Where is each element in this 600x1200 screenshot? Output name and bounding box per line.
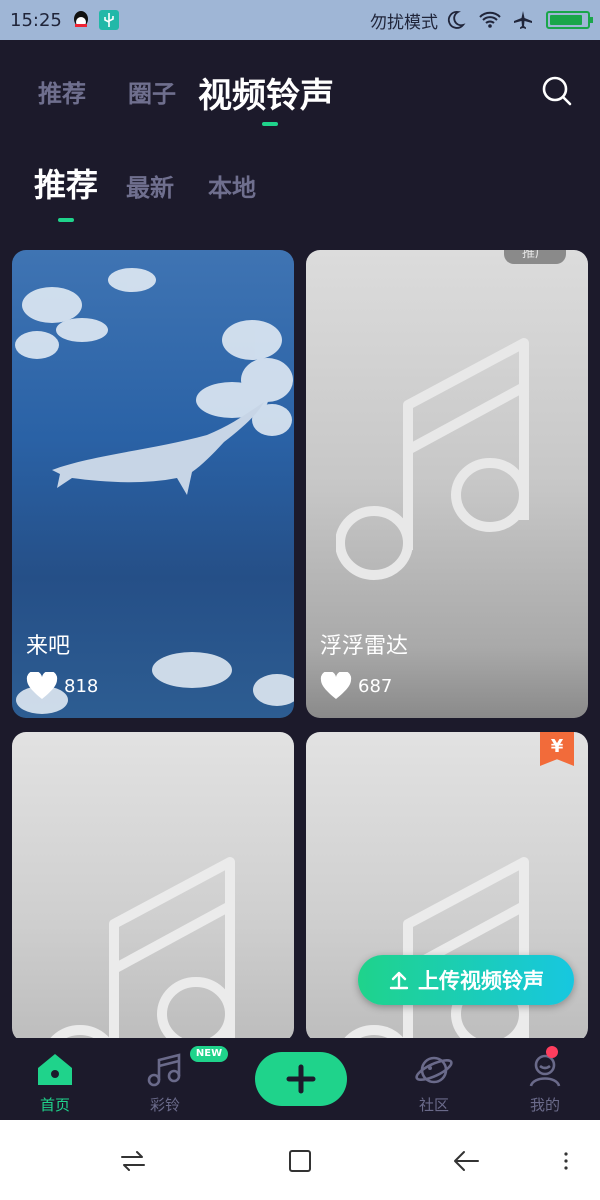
heart-icon (320, 672, 352, 699)
upload-icon (389, 971, 409, 990)
system-navigation-bar (0, 1120, 600, 1200)
moon-icon (444, 9, 466, 31)
status-time: 15:25 (10, 9, 62, 31)
upload-video-ringtone-button[interactable]: 上传视频铃声 (358, 955, 574, 1005)
video-card[interactable]: 来吧 818 (12, 250, 294, 718)
recent-apps-icon[interactable] (118, 1146, 148, 1176)
planet-icon (415, 1056, 453, 1084)
home-square-icon[interactable] (285, 1146, 315, 1176)
upload-label: 上传视频铃声 (418, 969, 544, 993)
nav-label: 首页 (39, 1096, 70, 1114)
usb-icon (98, 9, 120, 31)
nav-profile[interactable]: 我的 (505, 1052, 585, 1115)
subtab-recommend[interactable]: 推荐 (34, 160, 98, 206)
top-navigation: 推荐 圈子 视频铃声 (0, 40, 600, 130)
profile-icon (529, 1054, 561, 1087)
bottom-navigation: 首页 彩铃 NEW 社区 我的 (0, 1038, 600, 1120)
notification-dot (546, 1046, 558, 1058)
nav-community[interactable]: 社区 (394, 1052, 474, 1115)
battery-icon (546, 11, 593, 29)
nav-ringback[interactable]: 彩铃 (125, 1052, 205, 1115)
music-note-placeholder-icon (336, 338, 529, 580)
tab-video-ringtone[interactable]: 视频铃声 (198, 68, 334, 117)
qq-icon (70, 9, 92, 31)
sub-tab-indicator (58, 218, 74, 222)
back-icon[interactable] (452, 1146, 482, 1176)
card-likes: 818 (26, 672, 98, 700)
wifi-icon (478, 9, 501, 31)
subtab-latest[interactable]: 最新 (126, 168, 174, 203)
video-card[interactable] (12, 732, 294, 1042)
like-count: 687 (358, 675, 393, 697)
nav-label: 我的 (529, 1096, 560, 1114)
subtab-local[interactable]: 本地 (208, 168, 256, 203)
music-note-placeholder-icon (47, 857, 235, 1042)
sub-navigation: 推荐 最新 本地 (0, 150, 600, 230)
promo-tag: 推广 (504, 250, 566, 264)
tab-recommend[interactable]: 推荐 (38, 74, 86, 109)
video-card[interactable]: 推广 浮浮雷达 687 (306, 250, 588, 718)
card-likes: 687 (320, 672, 392, 700)
heart-icon (26, 672, 58, 699)
new-badge: NEW (190, 1046, 228, 1062)
plus-icon (286, 1064, 316, 1094)
dnd-label: 勿扰模式 (370, 12, 438, 33)
menu-icon[interactable] (556, 1146, 586, 1176)
card-title: 浮浮雷达 (320, 634, 409, 659)
nav-label: 社区 (418, 1096, 449, 1114)
tab-circle[interactable]: 圈子 (128, 74, 176, 109)
status-bar: 15:25 勿扰模式 (0, 0, 600, 40)
battery-level (550, 15, 583, 25)
nav-home[interactable]: 首页 (15, 1052, 95, 1115)
home-icon (38, 1054, 72, 1085)
airplane-icon (512, 9, 534, 31)
paid-badge: ¥ (540, 732, 574, 766)
search-icon[interactable] (540, 74, 574, 108)
add-button[interactable] (255, 1052, 347, 1106)
top-tab-indicator (262, 122, 278, 126)
music-note-placeholder-icon (341, 857, 529, 1042)
music-note-icon (147, 1053, 181, 1087)
like-count: 818 (64, 675, 99, 697)
card-title: 来吧 (26, 634, 71, 659)
nav-label: 彩铃 (149, 1096, 180, 1114)
